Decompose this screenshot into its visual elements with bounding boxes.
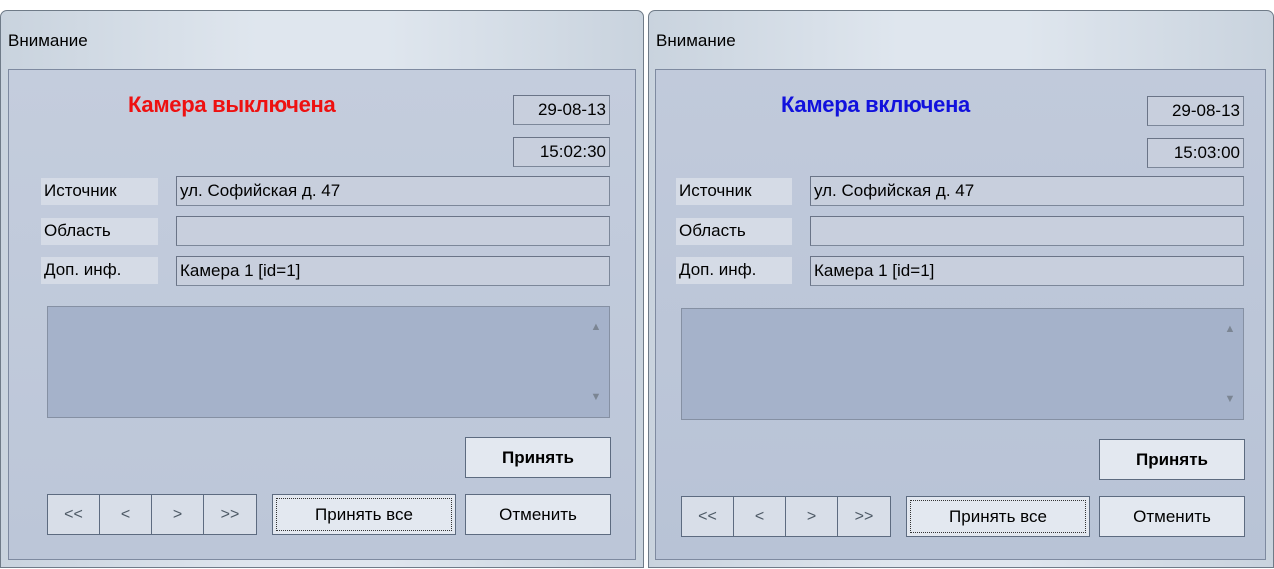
extra-info-label: Доп. инф. [676,257,792,284]
extra-info-label: Доп. инф. [41,257,158,284]
accept-all-button[interactable]: Принять все [906,496,1090,537]
event-heading: Камера включена [781,92,970,117]
area-label: Область [41,218,158,245]
source-label: Источник [676,178,792,205]
prev-button[interactable]: < [99,494,152,535]
last-button[interactable]: >> [837,496,891,537]
next-button[interactable]: > [785,496,838,537]
cancel-button[interactable]: Отменить [1099,496,1245,537]
scroll-down-icon[interactable]: ▼ [1219,393,1241,405]
accept-all-label: Принять все [315,505,413,524]
next-button[interactable]: > [151,494,204,535]
extra-info-field[interactable]: Камера 1 [id=1] [810,256,1244,286]
source-label: Источник [41,178,158,205]
dialog-title: Внимание [656,31,736,50]
cancel-button[interactable]: Отменить [465,494,611,535]
accept-button[interactable]: Принять [1099,439,1245,480]
vertical-scrollbar[interactable]: ▲ ▼ [585,309,607,415]
dialog-body: Камера включена 29-08-13 15:03:00 Источн… [655,69,1266,560]
message-textarea[interactable]: ▲ ▼ [681,308,1244,420]
area-label: Область [676,218,792,245]
event-time: 15:02:30 [513,137,610,167]
last-button[interactable]: >> [203,494,257,535]
scroll-down-icon[interactable]: ▼ [585,391,607,403]
event-date: 29-08-13 [1147,96,1244,126]
alert-dialog-camera-on: Внимание Камера включена 29-08-13 15:03:… [648,10,1274,568]
first-button[interactable]: << [681,496,734,537]
area-field[interactable] [810,216,1244,246]
prev-button[interactable]: < [733,496,786,537]
vertical-scrollbar[interactable]: ▲ ▼ [1219,311,1241,417]
message-textarea[interactable]: ▲ ▼ [47,306,610,418]
event-date: 29-08-13 [513,95,610,125]
dialog-title: Внимание [8,31,88,50]
accept-button[interactable]: Принять [465,437,611,478]
scroll-up-icon[interactable]: ▲ [1219,323,1241,335]
dialog-body: Камера выключена 29-08-13 15:02:30 Источ… [8,69,636,560]
alert-dialog-camera-off: Внимание Камера выключена 29-08-13 15:02… [0,10,644,568]
source-field[interactable]: ул. Софийская д. 47 [176,176,610,206]
accept-all-label: Принять все [949,507,1047,526]
extra-info-field[interactable]: Камера 1 [id=1] [176,256,610,286]
source-field[interactable]: ул. Софийская д. 47 [810,176,1244,206]
event-time: 15:03:00 [1147,138,1244,168]
first-button[interactable]: << [47,494,100,535]
scroll-up-icon[interactable]: ▲ [585,321,607,333]
event-heading: Камера выключена [128,92,336,117]
accept-all-button[interactable]: Принять все [272,494,456,535]
area-field[interactable] [176,216,610,246]
